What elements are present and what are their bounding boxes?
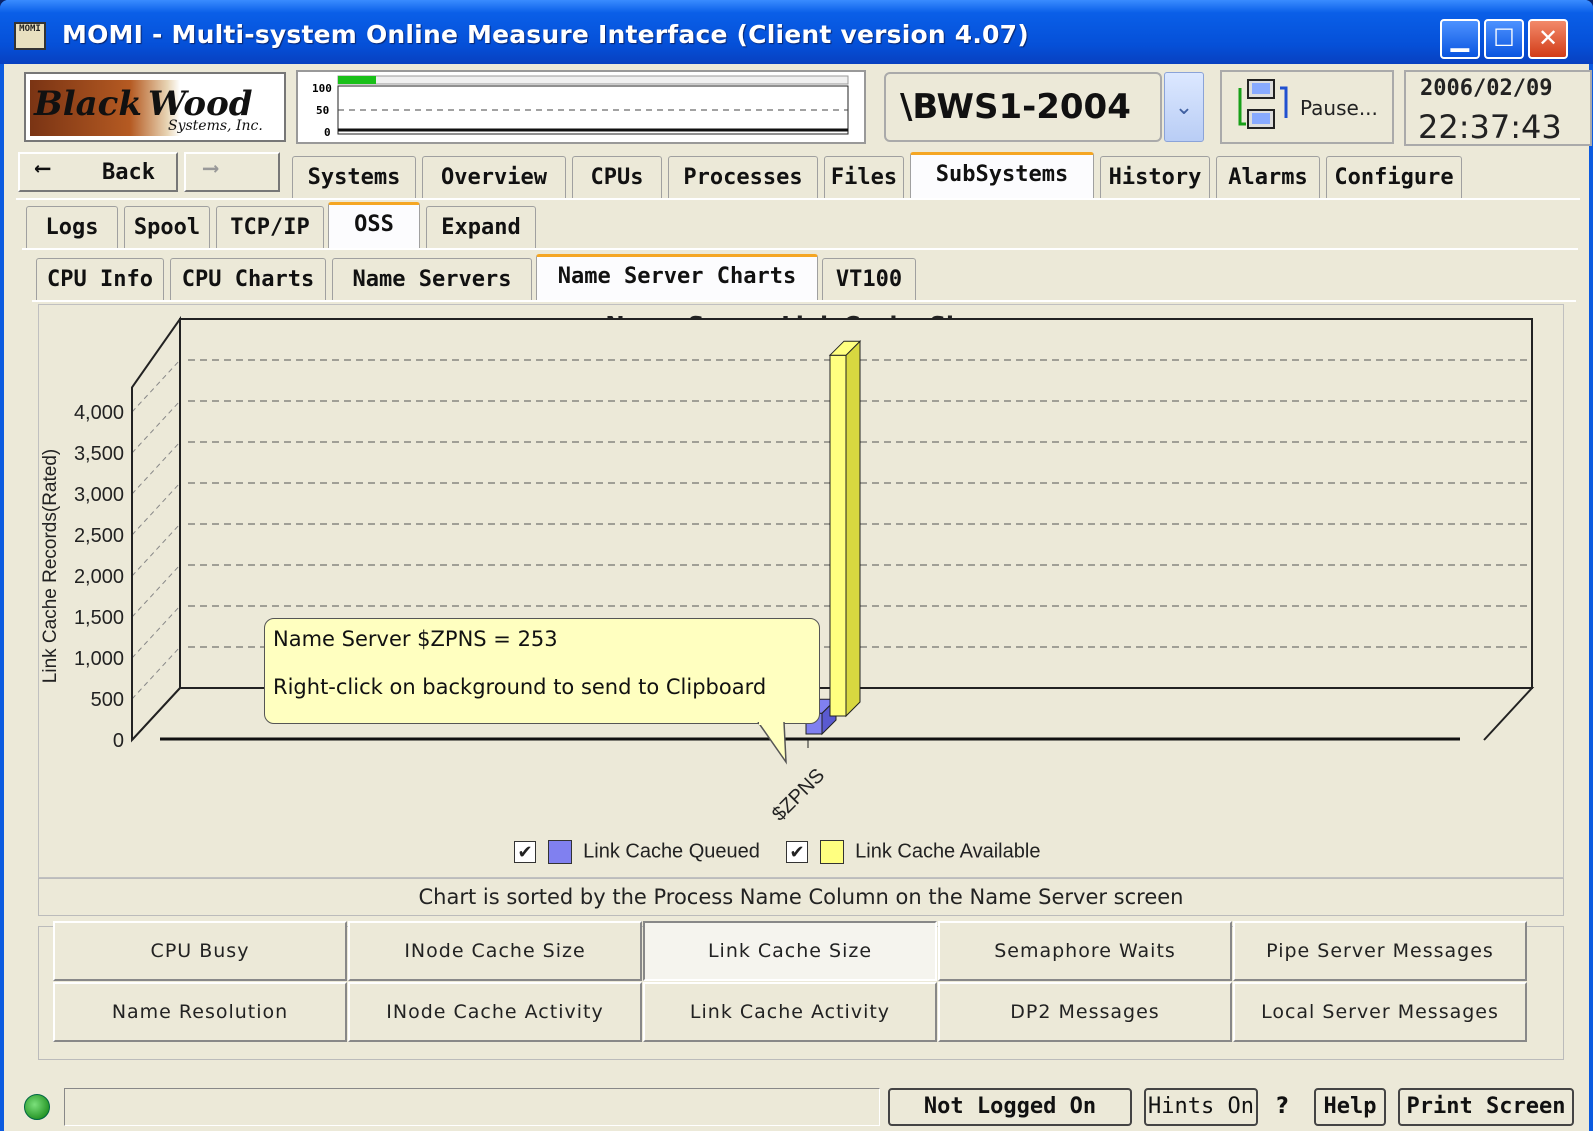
cpu-busy-button[interactable]: CPU Busy [53, 921, 347, 981]
hints-toggle-button[interactable]: Hints On [1144, 1088, 1258, 1126]
system-dropdown-chevron-icon[interactable]: ⌄ [1164, 72, 1204, 142]
legend-label-available: Link Cache Available [855, 840, 1041, 863]
legend-label-queued: Link Cache Queued [583, 840, 760, 863]
osstab-strip-divider [32, 300, 1576, 302]
tab-cpu-info[interactable]: CPU Info [36, 258, 164, 300]
chart-tooltip: Name Server $ZPNS = 253 Right-click on b… [264, 618, 820, 724]
chart-title: Name Server Link Cache Sizes [605, 313, 997, 339]
tab-vt100[interactable]: VT100 [822, 258, 916, 300]
tab-processes[interactable]: Processes [668, 156, 818, 198]
app-icon: MOMI [14, 22, 46, 50]
tab-cpus[interactable]: CPUs [572, 156, 662, 198]
print-screen-button[interactable]: Print Screen [1398, 1088, 1574, 1126]
legend-item-available[interactable]: ✔ Link Cache Available [786, 840, 1040, 870]
semaphore-waits-button[interactable]: Semaphore Waits [938, 921, 1232, 981]
tab-subsystems[interactable]: SubSystems [910, 152, 1094, 198]
legend-checkbox-queued[interactable]: ✔ [514, 841, 536, 863]
pipe-server-messages-button[interactable]: Pipe Server Messages [1233, 921, 1527, 981]
app-window: MOMI MOMI - Multi-system Online Measure … [0, 0, 1593, 1131]
mini-chart-svg: 100 50 0 [312, 75, 849, 139]
logo-text-systems: Systems, Inc. [168, 118, 263, 134]
forward-button[interactable]: ⟶ [184, 152, 280, 192]
tab-oss[interactable]: OSS [328, 202, 420, 248]
mini-chart-tick-100: 100 [312, 82, 332, 95]
date-time-display: 2006/02/09 22:37:43 [1404, 70, 1592, 146]
chart-sort-note: Chart is sorted by the Process Name Colu… [38, 878, 1564, 916]
legend-checkbox-available[interactable]: ✔ [786, 841, 808, 863]
company-logo: Black Wood Systems, Inc. [24, 72, 286, 142]
tab-history[interactable]: History [1100, 156, 1210, 198]
dp2-messages-button[interactable]: DP2 Messages [938, 982, 1232, 1042]
tooltip-line1: Name Server $ZPNS = 253 [273, 627, 558, 651]
system-selector[interactable]: \BWS1-2004 [884, 72, 1162, 142]
pause-label: Pause... [1300, 96, 1378, 120]
time-label: 22:37:43 [1418, 108, 1562, 146]
tab-spool[interactable]: Spool [124, 206, 210, 248]
status-message-field [64, 1088, 880, 1126]
cpu-mini-chart: 100 50 0 [296, 70, 866, 144]
title-bar[interactable]: MOMI MOMI - Multi-system Online Measure … [0, 0, 1593, 64]
connection-status-icon [24, 1094, 50, 1120]
inode-cache-activity-button[interactable]: INode Cache Activity [348, 982, 642, 1042]
back-button[interactable]: ⟵ Back [18, 152, 178, 192]
mini-chart-tick-50: 50 [316, 104, 329, 117]
tab-logs[interactable]: Logs [26, 206, 118, 248]
forward-arrow-icon: ⟶ [204, 156, 218, 181]
help-button[interactable]: Help [1314, 1088, 1386, 1126]
tooltip-pointer [757, 722, 787, 765]
minimize-button[interactable]: ▁ [1440, 19, 1480, 59]
legend-swatch-queued [547, 840, 572, 864]
inode-cache-size-button[interactable]: INode Cache Size [348, 921, 642, 981]
status-bar: Not Logged On Hints On ? Help Print Scre… [4, 1084, 1589, 1131]
tab-tcpip[interactable]: TCP/IP [216, 206, 324, 248]
subtab-strip-divider [22, 248, 1578, 250]
local-server-messages-button[interactable]: Local Server Messages [1233, 982, 1527, 1042]
pause-button[interactable]: Pause... [1220, 70, 1394, 144]
logo-text-black: Black [34, 84, 142, 124]
tab-strip-divider [16, 198, 1580, 200]
back-label: Back [102, 160, 155, 185]
chart-panel[interactable]: Name Server Link Cache Sizes [38, 304, 1564, 878]
tab-cpu-charts[interactable]: CPU Charts [170, 258, 326, 300]
legend-item-queued[interactable]: ✔ Link Cache Queued [514, 840, 760, 870]
tab-name-servers[interactable]: Name Servers [332, 258, 532, 300]
help-question-icon: ? [1276, 1094, 1289, 1119]
tab-configure[interactable]: Configure [1326, 156, 1462, 198]
tab-expand[interactable]: Expand [426, 206, 536, 248]
tooltip-line2: Right-click on background to send to Cli… [273, 675, 767, 699]
window-title: MOMI - Multi-system Online Measure Inter… [62, 20, 1029, 49]
legend-swatch-available [819, 840, 844, 864]
tab-files[interactable]: Files [824, 156, 904, 198]
name-resolution-button[interactable]: Name Resolution [53, 982, 347, 1042]
tab-systems[interactable]: Systems [292, 156, 416, 198]
date-label: 2006/02/09 [1420, 76, 1553, 101]
tab-overview[interactable]: Overview [422, 156, 566, 198]
close-button[interactable]: ✕ [1528, 19, 1568, 59]
mini-chart-tick-0: 0 [324, 126, 331, 139]
login-button[interactable]: Not Logged On [888, 1088, 1132, 1126]
chart-selector-panel: CPU Busy INode Cache Size Link Cache Siz… [38, 921, 1564, 1060]
maximize-button[interactable]: ☐ [1484, 19, 1524, 59]
link-cache-size-button[interactable]: Link Cache Size [643, 921, 937, 981]
link-cache-activity-button[interactable]: Link Cache Activity [643, 982, 937, 1042]
tab-name-server-charts[interactable]: Name Server Charts [536, 254, 818, 300]
tab-alarms[interactable]: Alarms [1216, 156, 1320, 198]
computers-icon [1238, 79, 1288, 129]
back-arrow-icon: ⟵ [36, 156, 50, 181]
